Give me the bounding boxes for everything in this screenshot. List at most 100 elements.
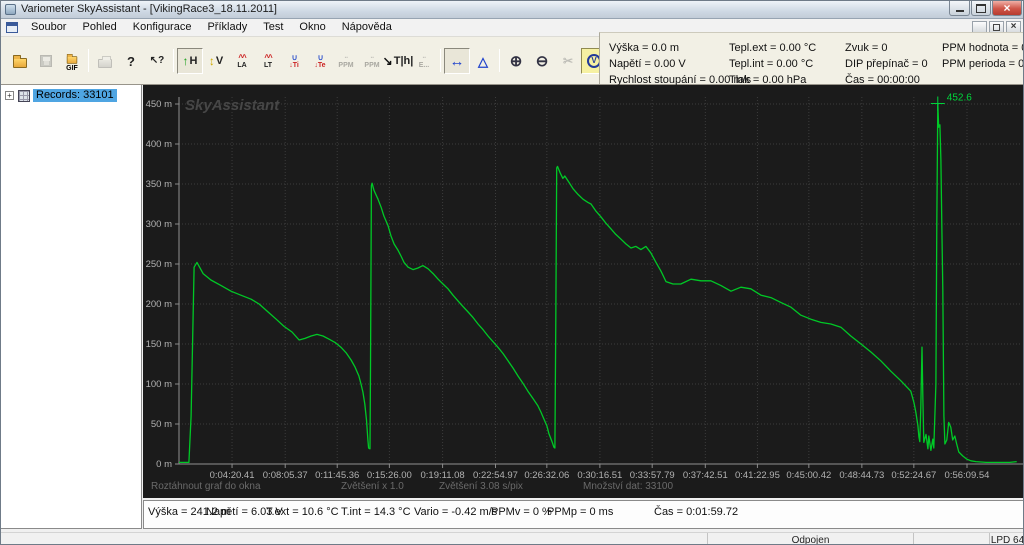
altitude-chart-area[interactable]: SkyAssistant 0 m 50 m 100 m 150 m 200 m 250 m 3…: [143, 85, 1024, 498]
telemetry-field-t-ext: T.ext = 10.6 °C: [266, 506, 339, 518]
records-table-icon: [18, 89, 30, 102]
svg-text:0:45:00.42: 0:45:00.42: [786, 470, 831, 481]
device-status: LPD 64: [989, 533, 1024, 545]
toolbar-zoom-out-button[interactable]: ⊖: [529, 48, 555, 74]
folder-icon: [13, 55, 27, 68]
svg-text:250 m: 250 m: [146, 259, 172, 270]
toolbar-show-temp-altitude-button[interactable]: ↘ T|h|: [383, 48, 414, 74]
peak-value-label: 452.6: [947, 93, 972, 104]
toolbar-fit-width-button[interactable]: ↔: [444, 48, 470, 74]
toolbar-export-gif-button[interactable]: GIF: [59, 48, 85, 74]
connection-status: Odpojen: [707, 533, 913, 545]
svg-text:0:56:09.54: 0:56:09.54: [945, 470, 990, 481]
toolbar-open-button[interactable]: [7, 48, 33, 74]
toolbar-show-ppm-value-button: ·· PPM: [338, 52, 354, 69]
menu-item-okno[interactable]: Okno: [291, 19, 333, 37]
status-spacer: [913, 533, 989, 544]
app-icon: [5, 4, 16, 15]
telemetry-field-ppmv: PPMv = 0 %: [491, 506, 552, 518]
minimize-button[interactable]: [949, 1, 970, 16]
cursor-telemetry-bar: Výška = 241.2 m Napětí = 6.03 V T.ext = 10…: [143, 500, 1023, 529]
svg-text:0:30:16.51: 0:30:16.51: [577, 470, 622, 481]
svg-text:0:48:44.73: 0:48:44.73: [839, 470, 884, 481]
info-column: Tepl.ext = 0.00 °C Tepl.int = 0.00 °C Tlak…: [729, 40, 816, 88]
toolbar-show-temp-ext-button[interactable]: ∪ ↓Te: [307, 48, 333, 74]
svg-text:50 m: 50 m: [151, 419, 172, 430]
live-telemetry-panel: Výška = 0.0 m Napětí = 0.00 V Rychlost sto…: [599, 32, 1024, 86]
printer-icon: [98, 55, 112, 68]
toolbar-zoom-in-button[interactable]: ⊕: [503, 48, 529, 74]
menu-item-priklady[interactable]: Příklady: [199, 19, 255, 37]
altitude-curve: [179, 103, 1017, 464]
toolbar-context-help-button[interactable]: ↖?: [144, 48, 170, 74]
close-button[interactable]: [992, 1, 1022, 16]
maximize-button[interactable]: [971, 1, 991, 16]
tree-expander-icon[interactable]: +: [5, 91, 14, 100]
svg-text:0 m: 0 m: [156, 459, 172, 470]
svg-text:0:04:20.41: 0:04:20.41: [210, 470, 255, 481]
telemetry-field-t-int: T.int = 14.3 °C: [341, 506, 411, 518]
info-field-ppm-hodnota: PPM hodnota = 0 %: [942, 42, 1023, 54]
records-tree-panel: + Records: 33101: [1, 85, 142, 529]
info-field-ppm-perioda: PPM perioda = 0.0 ms: [942, 58, 1024, 70]
window-title: Variometer SkyAssistant - [VikingRace3_1…: [21, 3, 277, 15]
info-field-tepl-int: Tepl.int = 0.00 °C: [729, 58, 814, 70]
svg-text:300 m: 300 m: [146, 219, 172, 230]
menu-item-pohled[interactable]: Pohled: [74, 19, 124, 37]
svg-text:400 m: 400 m: [146, 139, 172, 150]
svg-text:0:52:24.67: 0:52:24.67: [891, 470, 936, 481]
info-field-tepl-ext: Tepl.ext = 0.00 °C: [729, 42, 817, 54]
toolbar-separator: [88, 49, 89, 72]
toolbar-graph-polygon-button[interactable]: △: [470, 48, 496, 74]
title-bar: Variometer SkyAssistant - [VikingRace3_1…: [1, 1, 1023, 19]
toolbar-show-lt-button[interactable]: ^^ LT: [255, 48, 281, 74]
chart-hint-zvetseni-x-1-0: Zvětšení x 1.0: [341, 481, 404, 492]
toolbar-separator: [499, 49, 500, 72]
chart-hint-mnozstvi-dat-33100: Množství dat: 33100: [583, 481, 673, 492]
toolbar-separator: [173, 49, 174, 72]
telemetry-field-ppmp: PPMp = 0 ms: [547, 506, 614, 518]
telemetry-field-vario: Vario = -0.42 m/s: [414, 506, 498, 518]
info-field-dip-prepinac: DIP přepínač = 0: [845, 58, 928, 70]
app-window: Variometer SkyAssistant - [VikingRace3_1…: [0, 0, 1024, 545]
connection-status-text: Odpojen: [791, 534, 830, 545]
svg-text:0:22:54.97: 0:22:54.97: [473, 470, 518, 481]
toolbar-show-la-button[interactable]: ^^ LA: [229, 48, 255, 74]
menu-item-napoveda[interactable]: Nápověda: [334, 19, 400, 37]
svg-text:0:11:45.36: 0:11:45.36: [315, 470, 359, 481]
mdi-child-system-icon[interactable]: [6, 22, 18, 33]
toolbar-show-voltage-button[interactable]: ↕ V: [203, 48, 229, 74]
svg-text:100 m: 100 m: [146, 379, 172, 390]
toolbar-save-button: [33, 48, 59, 74]
info-column: Zvuk = 0 DIP přepínač = 0 Čas = 00:00:00: [845, 40, 928, 88]
menu-item-soubor[interactable]: Soubor: [23, 19, 74, 37]
toolbar-cut-button: ✂: [562, 54, 574, 68]
device-status-text: LPD 64: [990, 534, 1024, 545]
svg-text:0:26:32.06: 0:26:32.06: [524, 470, 569, 481]
svg-text:0:19:11.08: 0:19:11.08: [420, 470, 464, 481]
tree-item-label[interactable]: Records: 33101: [33, 89, 117, 102]
menu-item-konfigurace[interactable]: Konfigurace: [125, 19, 200, 37]
tree-item-records[interactable]: + Records: 33101: [5, 89, 117, 102]
svg-text:150 m: 150 m: [146, 339, 172, 350]
altitude-chart[interactable]: SkyAssistant 0 m 50 m 100 m 150 m 200 m 250 m 3…: [143, 85, 1024, 498]
svg-text:0:08:05.37: 0:08:05.37: [263, 470, 308, 481]
svg-text:350 m: 350 m: [146, 179, 172, 190]
telemetry-field-cas: Čas = 0:01:59.72: [654, 506, 739, 518]
svg-text:450 m: 450 m: [146, 99, 172, 110]
toolbar-show-e-curve-button: ·· E...: [418, 52, 430, 69]
toolbar-separator: [440, 49, 441, 72]
window-controls: [948, 1, 1022, 16]
svg-text:0:15:26.00: 0:15:26.00: [367, 470, 412, 481]
svg-text:0:33:57.79: 0:33:57.79: [630, 470, 675, 481]
info-column: PPM hodnota = 0 % PPM perioda = 0.0 ms: [942, 40, 1024, 72]
info-field-zvuk: Zvuk = 0: [845, 42, 888, 54]
status-bar: Odpojen LPD 64: [1, 532, 1024, 545]
menu-item-test[interactable]: Test: [255, 19, 291, 37]
svg-text:200 m: 200 m: [146, 299, 172, 310]
toolbar-show-temp-int-button[interactable]: ∪ ↓Ti: [281, 48, 307, 74]
toolbar-show-ppm-period-button: ·· PPM: [364, 52, 380, 69]
toolbar-help-button[interactable]: ?: [118, 48, 144, 74]
toolbar-show-altitude-button[interactable]: ↑ H: [177, 48, 203, 74]
svg-text:0:41:22.95: 0:41:22.95: [735, 470, 780, 481]
